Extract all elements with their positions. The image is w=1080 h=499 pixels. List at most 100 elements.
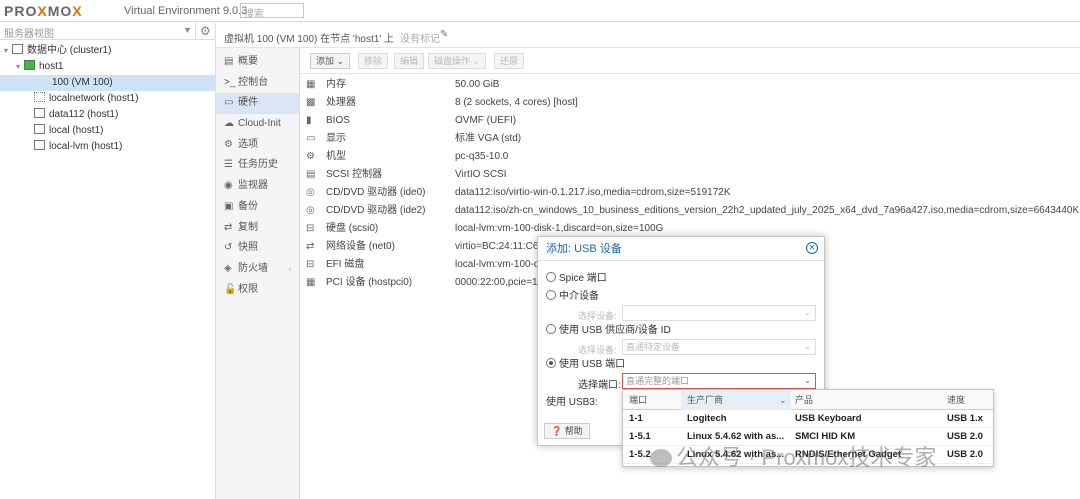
nav-permissions[interactable]: 🔓 权限 (216, 280, 299, 301)
tree-item-vm100[interactable]: 100 (VM 100) (0, 75, 215, 91)
collapse-icon[interactable]: ▾ (16, 59, 24, 75)
network-icon (34, 92, 45, 102)
cogs-icon: ⚙ (306, 151, 315, 162)
watermark: 公众号 · Proxmox技术专家 (650, 440, 936, 472)
chevron-down-icon: ⌄ (779, 395, 787, 405)
radio-selected-icon[interactable] (546, 358, 556, 368)
tree-item-local-lvm[interactable]: local-lvm (host1) (0, 139, 215, 155)
column-product[interactable]: 产品 (795, 390, 813, 410)
grid-row-port-1-1[interactable]: 1-1 Logitech USB Keyboard USB 1.x (623, 410, 993, 428)
proxmox-logo: PROXMOX (4, 3, 83, 19)
datacenter-icon (12, 44, 23, 54)
usb3-label: 使用 USB3: (546, 397, 598, 408)
hw-row-memory[interactable]: ▦ 内存 50.00 GiB (300, 76, 1080, 94)
storage-icon (34, 124, 45, 134)
chevron-down-icon: ⌄ (804, 376, 811, 385)
database-icon: ▤ (306, 169, 316, 180)
storage-icon (34, 108, 45, 118)
radio-spice-port[interactable]: Spice 端口 (546, 271, 607, 287)
help-icon: ❓ (551, 426, 563, 436)
hw-row-display[interactable]: ▭ 显示 标准 VGA (std) (300, 130, 1080, 148)
view-selector[interactable]: 服务器视图 ▼ ⚙ (0, 23, 215, 40)
edit-pencil-icon[interactable]: ✎ (440, 29, 448, 40)
wechat-icon (650, 449, 672, 467)
radio-icon[interactable] (546, 290, 556, 300)
tree-item-data112[interactable]: data112 (host1) (0, 107, 215, 123)
radio-icon[interactable] (546, 324, 556, 334)
nav-snapshot[interactable]: ↺ 快照 (216, 238, 299, 259)
gear-icon[interactable]: ⚙ (200, 24, 211, 38)
nav-hardware[interactable]: ▭ 硬件 (216, 93, 299, 115)
cdrom-icon: ◎ (306, 187, 315, 198)
hdd-icon: ⊟ (306, 259, 315, 270)
edit-button[interactable]: 编辑 (394, 53, 425, 69)
hw-row-machine[interactable]: ⚙ 机型 pc-q35-10.0 (300, 148, 1080, 166)
select-port-label: 选择端口: (578, 380, 621, 391)
nav-task-history[interactable]: ☰ 任务历史 (216, 155, 299, 176)
hw-row-scsi[interactable]: ▤ SCSI 控制器 VirtIO SCSI (300, 166, 1080, 184)
gear-icon: ⚙ (224, 138, 233, 150)
cdrom-icon: ◎ (306, 205, 315, 216)
revert-button[interactable]: 还原 (494, 53, 525, 69)
nav-console[interactable]: >_ 控制台 (216, 73, 299, 94)
monitor-icon: ▭ (224, 97, 234, 109)
nav-options[interactable]: ⚙ 选项 (216, 135, 299, 156)
node-online-icon (24, 60, 35, 70)
chevron-down-icon: ⌄ (804, 342, 811, 351)
help-button[interactable]: ❓ 帮助 (544, 423, 590, 439)
disk-action-button[interactable]: 磁盘操作 ⌄ (428, 53, 487, 69)
radio-vendor-device-id[interactable]: 使用 USB 供应商/设备 ID (546, 323, 671, 339)
vendor-device-combo[interactable]: 直通特定设备 ⌄ (622, 339, 816, 355)
chevron-down-icon: ⌄ (804, 308, 811, 317)
list-icon: ☰ (224, 159, 233, 171)
floppy-icon: ▣ (224, 200, 234, 212)
hardware-toolbar: 添加 ⌄ 移除 编辑 磁盘操作 ⌄ 还原 (300, 48, 1080, 74)
chip-icon: ▮ (306, 115, 312, 126)
radio-icon[interactable] (546, 272, 556, 282)
view-select[interactable]: 服务器视图 (0, 23, 196, 40)
collapse-icon[interactable]: ▾ (4, 43, 12, 59)
search-input[interactable]: 搜索 (240, 3, 304, 20)
exchange-icon: ⇄ (306, 241, 315, 252)
hw-row-bios[interactable]: ▮ BIOS OVMF (UEFI) (300, 112, 1080, 130)
nav-backup[interactable]: ▣ 备份 (216, 197, 299, 218)
column-port[interactable]: 端口 (629, 390, 647, 410)
history-icon: ↺ (224, 242, 233, 254)
nav-monitor[interactable]: ◉ 监视器 (216, 176, 299, 197)
tree-item-local[interactable]: local (host1) (0, 123, 215, 139)
tree-item-datacenter[interactable]: ▾ 数据中心 (cluster1) (0, 43, 215, 59)
nav-cloud-init[interactable]: ☁ Cloud-Init (216, 114, 299, 135)
chevron-right-icon: › (288, 263, 291, 273)
storage-icon (34, 140, 45, 150)
radio-usb-port[interactable]: 使用 USB 端口 (546, 357, 625, 373)
select-device-label-2: 选择设备: (578, 345, 617, 355)
grid-header: 端口 生产厂商 ⌄ 产品 速度 (623, 390, 993, 410)
tags-label[interactable]: 没有标记 (400, 30, 440, 45)
hw-row-processor[interactable]: ▩ 处理器 8 (2 sockets, 4 cores) [host] (300, 94, 1080, 112)
vm-nav-panel: ▤ 概要 >_ 控制台 ▭ 硬件 ☁ Cloud-Init ⚙ 选项 ☰ 任务历史 ◉ 监视… (216, 48, 300, 499)
nav-summary[interactable]: ▤ 概要 (216, 52, 299, 73)
resource-tree-panel: 服务器视图 ▼ ⚙ ▾ 数据中心 (cluster1) ▾ host1 100 (V… (0, 23, 216, 499)
nav-replication[interactable]: ⇄ 复制 (216, 218, 299, 239)
sync-icon: ⇄ (224, 221, 233, 233)
memory-icon: ▦ (306, 79, 316, 90)
usb-port-combo[interactable]: 直通完整的端口 ⌄ (622, 373, 816, 389)
add-button[interactable]: 添加 ⌄ (310, 53, 351, 69)
eye-icon: ◉ (224, 180, 233, 192)
column-vendor[interactable]: 生产厂商 ⌄ (681, 390, 791, 410)
dialog-title: 添加: USB 设备 ✕ (538, 237, 824, 261)
hw-row-cdrom-ide2[interactable]: ◎ CD/DVD 驱动器 (ide2) data112:iso/zh-cn_wind… (300, 202, 1080, 220)
monitor-icon: ▭ (306, 133, 316, 144)
remove-button[interactable]: 移除 (358, 53, 389, 69)
hdd-icon: ⊟ (306, 223, 315, 234)
tree-item-host1[interactable]: ▾ host1 (0, 59, 215, 75)
nav-firewall[interactable]: ◈ 防火墙 › (216, 259, 299, 280)
column-speed[interactable]: 速度 (947, 390, 965, 410)
tree-item-localnetwork[interactable]: localnetwork (host1) (0, 91, 215, 107)
hw-row-cdrom-ide0[interactable]: ◎ CD/DVD 驱动器 (ide0) data112:iso/virtio-win… (300, 184, 1080, 202)
product-version: Virtual Environment 9.0.3 (124, 5, 248, 17)
select-device-label: 选择设备: (578, 311, 617, 321)
close-icon[interactable]: ✕ (806, 242, 818, 254)
radio-mapped-device[interactable]: 中介设备 (546, 289, 599, 305)
mapped-device-combo[interactable]: ⌄ (622, 305, 816, 321)
